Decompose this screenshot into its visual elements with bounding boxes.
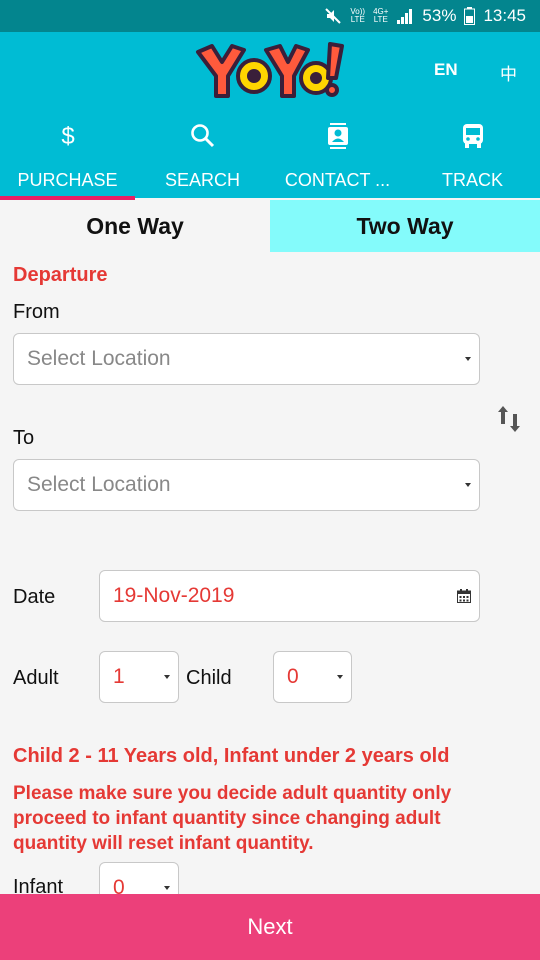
date-label: Date [13,586,56,608]
two-way-tab[interactable]: Two Way [270,200,540,252]
status-bar: Vo)) LTE 4G+ LTE 53% 13:45 [0,0,540,32]
tab-search[interactable]: SEARCH [135,120,270,198]
child-select-value: 0 [287,665,299,688]
caret-down-icon [164,675,170,679]
departure-heading: Departure [13,264,108,286]
date-input[interactable]: 19-Nov-2019 [99,570,480,622]
search-icon [190,124,214,148]
mute-icon [325,8,342,24]
adult-label: Adult [13,667,59,689]
tab-label: PURCHASE [17,170,118,190]
from-label: From [13,301,60,323]
tab-contact[interactable]: CONTACT ... [270,120,405,198]
to-select-value: Select Location [27,473,171,496]
date-value: 19-Nov-2019 [113,584,235,607]
child-select[interactable]: 0 [273,651,352,703]
tab-label: TRACK [441,170,503,190]
to-label: To [13,427,35,449]
adult-select-value: 1 [113,665,125,688]
adult-select[interactable]: 1 [99,651,179,703]
tab-track[interactable]: TRACK [405,120,540,198]
caret-down-icon [337,675,343,679]
caret-down-icon [164,886,170,890]
signal-icon [397,9,413,24]
child-label: Child [186,667,232,689]
swap-icon[interactable] [496,404,522,434]
to-select[interactable]: Select Location [13,459,480,511]
tab-label: CONTACT ... [284,170,391,190]
battery-icon [464,7,476,25]
tab-label: SEARCH [164,170,240,190]
language-zh-button[interactable]: 中 [500,60,517,85]
next-button[interactable]: Next [0,894,540,960]
caret-down-icon [465,357,471,361]
calendar-icon[interactable] [457,589,471,603]
tab-purchase[interactable]: $ PURCHASE [0,120,135,200]
language-en-button[interactable]: EN [434,60,458,80]
from-select-value: Select Location [27,347,171,370]
volte-indicator: Vo)) LTE [350,7,366,24]
yoyo-logo [192,38,347,104]
contact-icon [327,123,348,149]
battery-percent: 53% [422,6,457,25]
network-indicator: 4G+ LTE [373,7,389,24]
app-header: EN 中 $ PURCHASE SEARCH CONTACT ... TRACK [0,32,540,200]
bus-icon [462,124,483,148]
caret-down-icon [465,483,471,487]
infant-warning: Please make sure you decide adult quanti… [13,783,452,854]
clock: 13:45 [483,6,526,25]
dollar-icon: $ [61,123,74,149]
age-note: Child 2 - 11 Years old, Infant under 2 y… [13,745,450,767]
from-select[interactable]: Select Location [13,333,480,385]
one-way-tab[interactable]: One Way [0,200,270,252]
trip-type-tabs: One Way Two Way [0,200,540,252]
svg-text:$: $ [61,123,74,149]
